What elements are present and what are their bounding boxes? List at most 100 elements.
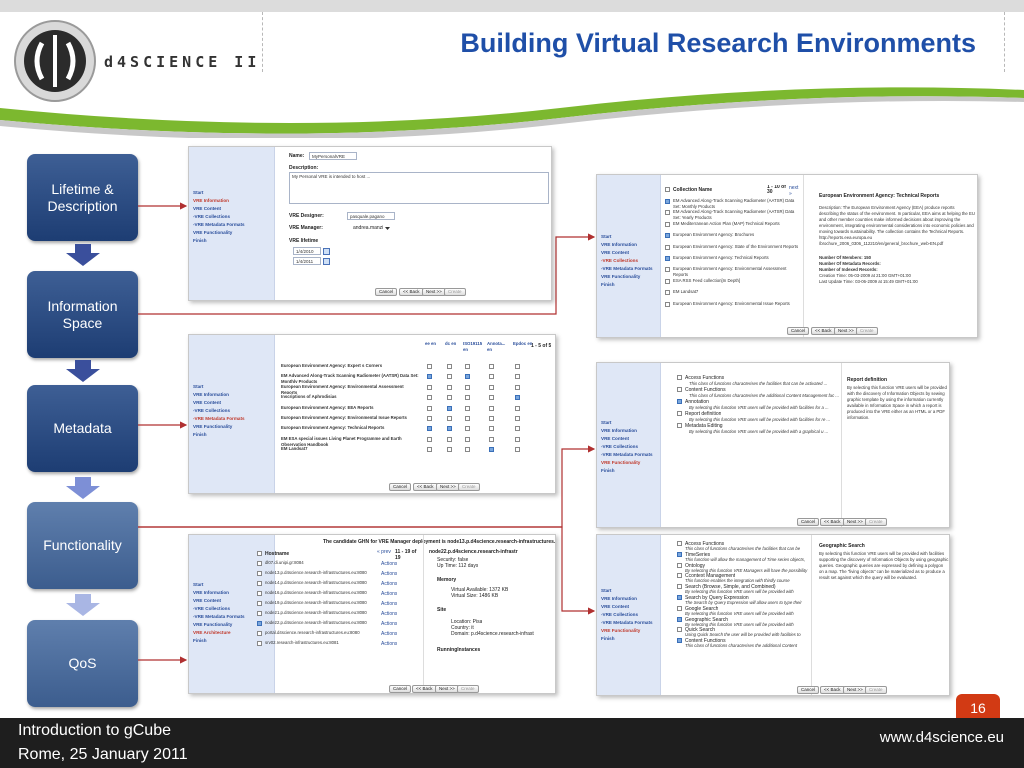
to-date-input[interactable]: 1/4/2011 xyxy=(293,257,321,265)
format-checkbox[interactable] xyxy=(515,395,520,401)
create-button[interactable]: Create xyxy=(457,685,479,693)
function-checkbox[interactable] xyxy=(677,584,682,590)
cancel-button[interactable]: Cancel xyxy=(797,686,820,694)
format-checkbox[interactable] xyxy=(427,447,432,453)
format-checkbox[interactable] xyxy=(427,416,432,421)
host-checkbox[interactable] xyxy=(257,591,262,596)
function-checkbox[interactable] xyxy=(677,616,682,622)
host-actions-link[interactable]: Actions xyxy=(381,641,397,647)
format-checkbox[interactable] xyxy=(515,405,520,411)
back-button[interactable]: << Back xyxy=(399,288,424,296)
nav-vre-content[interactable]: VRE Content xyxy=(597,249,660,257)
nav-finish[interactable]: Finish xyxy=(597,635,660,643)
select-all-checkbox[interactable] xyxy=(665,187,670,192)
nav-vre-functionality[interactable]: VRE Functionality xyxy=(597,627,660,635)
host-checkbox[interactable] xyxy=(257,601,262,606)
select-all-checkbox[interactable] xyxy=(257,551,262,556)
nav-vre-information[interactable]: VRE Information xyxy=(597,595,660,603)
format-checkbox[interactable] xyxy=(427,384,432,390)
cancel-button[interactable]: Cancel xyxy=(787,327,810,335)
nav-vre-metadata-formats[interactable]: -VRE Metadata Formats xyxy=(597,619,660,627)
nav-vre-functionality[interactable]: VRE Functionality xyxy=(597,459,660,467)
pager-next-link[interactable]: next » xyxy=(789,185,799,197)
host-checkbox[interactable] xyxy=(257,621,262,626)
pager-prev-link[interactable]: « prev xyxy=(377,549,391,555)
function-checkbox[interactable] xyxy=(677,541,682,546)
nav-vre-metadata-formats[interactable]: -VRE Metadata Formats xyxy=(597,265,660,273)
nav-finish[interactable]: Finish xyxy=(189,237,274,245)
back-button[interactable]: << Back xyxy=(811,327,836,335)
format-checkbox[interactable] xyxy=(447,436,452,442)
function-checkbox[interactable] xyxy=(677,562,682,568)
cancel-button[interactable]: Cancel xyxy=(389,483,412,491)
format-checkbox[interactable] xyxy=(465,395,470,401)
format-checkbox[interactable] xyxy=(489,384,494,390)
format-checkbox[interactable] xyxy=(489,405,494,411)
format-checkbox[interactable] xyxy=(447,364,452,369)
back-button[interactable]: << Back xyxy=(413,483,438,491)
host-actions-link[interactable]: Actions xyxy=(381,601,397,607)
format-column-header[interactable]: ee en xyxy=(425,341,447,347)
next-button[interactable]: Next >> xyxy=(422,288,446,296)
format-checkbox[interactable] xyxy=(515,436,520,442)
nav-vre-collections[interactable]: -VRE Collections xyxy=(597,611,660,619)
nav-vre-metadata-formats[interactable]: -VRE Metadata Formats xyxy=(189,221,274,229)
format-checkbox[interactable] xyxy=(489,374,494,380)
create-button[interactable]: Create xyxy=(865,518,887,526)
host-actions-link[interactable]: Actions xyxy=(381,621,397,627)
collection-checkbox[interactable] xyxy=(665,301,670,307)
cancel-button[interactable]: Cancel xyxy=(389,685,412,693)
format-column-header[interactable]: Epdoc en xyxy=(513,341,535,347)
format-checkbox[interactable] xyxy=(447,374,452,380)
function-checkbox[interactable] xyxy=(677,423,682,428)
nav-start[interactable]: Start xyxy=(189,383,274,391)
collection-checkbox[interactable] xyxy=(665,290,670,296)
nav-vre-information[interactable]: VRE Information xyxy=(189,391,274,399)
function-checkbox[interactable] xyxy=(677,387,682,392)
format-checkbox[interactable] xyxy=(489,436,494,442)
next-button[interactable]: Next >> xyxy=(435,685,459,693)
create-button[interactable]: Create xyxy=(458,483,480,491)
host-actions-link[interactable]: Actions xyxy=(381,561,397,567)
nav-finish[interactable]: Finish xyxy=(597,467,660,475)
nav-vre-collections[interactable]: -VRE Collections xyxy=(597,257,660,265)
function-checkbox[interactable] xyxy=(677,375,682,380)
nav-vre-collections[interactable]: -VRE Collections xyxy=(189,407,274,415)
collection-checkbox[interactable] xyxy=(665,256,670,261)
format-checkbox[interactable] xyxy=(515,447,520,453)
nav-finish[interactable]: Finish xyxy=(189,431,274,439)
function-checkbox[interactable] xyxy=(677,595,682,600)
collection-checkbox[interactable] xyxy=(665,221,670,227)
format-checkbox[interactable] xyxy=(427,374,432,380)
function-checkbox[interactable] xyxy=(677,638,682,644)
function-checkbox[interactable] xyxy=(677,573,682,579)
format-checkbox[interactable] xyxy=(465,384,470,390)
format-checkbox[interactable] xyxy=(489,416,494,421)
create-button[interactable]: Create xyxy=(444,288,466,296)
format-checkbox[interactable] xyxy=(465,374,470,380)
nav-vre-metadata-formats[interactable]: -VRE Metadata Formats xyxy=(597,451,660,459)
function-checkbox[interactable] xyxy=(677,411,682,416)
next-button[interactable]: Next >> xyxy=(843,686,867,694)
collection-checkbox[interactable] xyxy=(665,244,670,250)
format-checkbox[interactable] xyxy=(489,426,494,432)
calendar-icon[interactable] xyxy=(323,258,330,265)
collection-checkbox[interactable] xyxy=(665,267,670,273)
back-button[interactable]: << Back xyxy=(412,685,437,693)
nav-start[interactable]: Start xyxy=(597,233,660,241)
nav-vre-information[interactable]: VRE Information xyxy=(597,241,660,249)
cancel-button[interactable]: Cancel xyxy=(797,518,820,526)
format-checkbox[interactable] xyxy=(427,405,432,411)
function-checkbox[interactable] xyxy=(677,399,682,404)
format-checkbox[interactable] xyxy=(489,395,494,401)
format-checkbox[interactable] xyxy=(515,426,520,432)
nav-vre-content[interactable]: VRE Content xyxy=(597,603,660,611)
format-checkbox[interactable] xyxy=(427,364,432,369)
host-checkbox[interactable] xyxy=(257,641,262,646)
format-checkbox[interactable] xyxy=(465,416,470,421)
cancel-button[interactable]: Cancel xyxy=(375,288,398,296)
calendar-icon[interactable] xyxy=(323,248,330,255)
nav-finish[interactable]: Finish xyxy=(597,281,660,289)
format-checkbox[interactable] xyxy=(447,426,452,432)
nav-vre-collections[interactable]: -VRE Collections xyxy=(597,443,660,451)
